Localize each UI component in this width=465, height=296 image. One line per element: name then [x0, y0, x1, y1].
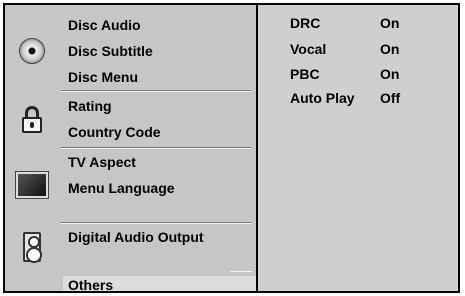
- setting-label: Vocal: [290, 41, 327, 57]
- setting-row-auto-play[interactable]: Auto Play Off: [290, 90, 450, 114]
- menu-divider: [230, 271, 252, 272]
- menu-divider: [61, 90, 251, 92]
- menu-item-tv-aspect[interactable]: TV Aspect: [68, 149, 175, 175]
- menu-group-lock: Rating Country Code: [5, 93, 256, 147]
- menu-item-digital-audio-output[interactable]: Digital Audio Output: [68, 224, 204, 250]
- setting-value[interactable]: On: [380, 66, 399, 82]
- setting-value[interactable]: On: [380, 41, 399, 57]
- menu-item-disc-subtitle[interactable]: Disc Subtitle: [68, 38, 153, 64]
- menu-list: Disc Audio Disc Subtitle Disc Menu Ratin…: [5, 5, 258, 291]
- menu-item-disc-menu[interactable]: Disc Menu: [68, 64, 153, 90]
- menu-item-menu-language[interactable]: Menu Language: [68, 175, 175, 201]
- setting-label: Auto Play: [290, 90, 355, 106]
- settings-panel: DRC On Vocal On PBC On Auto Play Off: [260, 5, 458, 291]
- menu-item-disc-audio[interactable]: Disc Audio: [68, 12, 153, 38]
- setting-value[interactable]: On: [380, 15, 399, 31]
- menu-item-rating[interactable]: Rating: [68, 93, 161, 119]
- menu-group-display: TV Aspect Menu Language: [5, 149, 256, 221]
- disc-icon: [19, 38, 45, 64]
- menu-group-audio: Digital Audio Output: [5, 224, 256, 270]
- setting-label: PBC: [290, 66, 320, 82]
- setting-row-pbc[interactable]: PBC On: [290, 66, 450, 90]
- setting-value[interactable]: Off: [380, 90, 400, 106]
- speaker-icon: [23, 232, 42, 263]
- setting-row-vocal[interactable]: Vocal On: [290, 41, 450, 65]
- setting-label: DRC: [290, 15, 321, 31]
- setup-menu-screen: Disc Audio Disc Subtitle Disc Menu Ratin…: [3, 3, 460, 293]
- setting-row-drc[interactable]: DRC On: [290, 15, 450, 39]
- menu-item-others-selected[interactable]: Others: [63, 276, 256, 291]
- menu-group-disc: Disc Audio Disc Subtitle Disc Menu: [5, 12, 256, 90]
- lock-icon: [22, 106, 42, 134]
- menu-item-country-code[interactable]: Country Code: [68, 119, 161, 145]
- tv-icon: [16, 172, 48, 198]
